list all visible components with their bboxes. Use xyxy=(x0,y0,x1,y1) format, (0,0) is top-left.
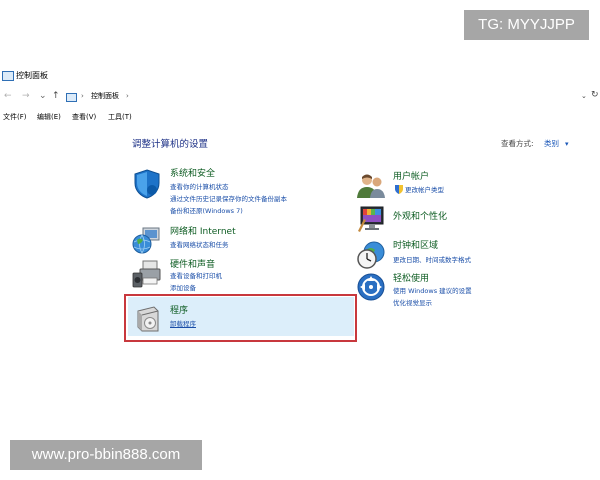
programs-box-icon[interactable] xyxy=(134,305,160,333)
forward-arrow-icon[interactable]: → xyxy=(22,90,30,102)
address-breadcrumb[interactable]: 控制面板 xyxy=(91,91,119,101)
link-file-history-backup[interactable]: 通过文件历史记录保存你的文件备份副本 xyxy=(170,195,287,204)
refresh-icon[interactable]: ↻ xyxy=(591,89,599,101)
menu-tools[interactable]: 工具(T) xyxy=(108,112,132,122)
watermark-top: TG: MYYJJPP xyxy=(464,10,589,40)
view-by-dropdown[interactable]: 类别 xyxy=(544,139,559,149)
link-change-account-type[interactable]: 更改帐户类型 xyxy=(405,186,444,195)
address-separator[interactable]: › xyxy=(81,91,84,101)
link-optimize-visual-display[interactable]: 优化视觉显示 xyxy=(393,299,432,308)
page-title: 调整计算机的设置 xyxy=(132,139,209,150)
appearance-monitor-icon[interactable] xyxy=(356,205,386,233)
printer-speaker-icon[interactable] xyxy=(131,259,163,289)
up-arrow-icon[interactable]: ↑ xyxy=(52,90,60,102)
category-user-accounts[interactable]: 用户帐户 xyxy=(393,171,429,183)
clock-globe-icon[interactable] xyxy=(356,240,386,270)
menu-file[interactable]: 文件(F) xyxy=(3,112,27,122)
link-network-status[interactable]: 查看网络状态和任务 xyxy=(170,241,229,250)
link-backup-restore[interactable]: 备份和还原(Windows 7) xyxy=(170,207,243,216)
user-accounts-icon[interactable] xyxy=(356,171,386,199)
recent-locations-icon[interactable]: ⌄ xyxy=(39,90,47,102)
shield-icon[interactable] xyxy=(131,168,163,200)
chevron-down-icon[interactable]: ▾ xyxy=(565,139,569,149)
view-by-label: 查看方式: xyxy=(501,139,534,148)
category-programs[interactable]: 程序 xyxy=(170,305,188,317)
address-control-panel-icon xyxy=(66,93,77,102)
category-ease-of-access[interactable]: 轻松使用 xyxy=(393,273,429,285)
control-panel-icon xyxy=(2,71,14,81)
category-network-internet[interactable]: 网络和 Internet xyxy=(170,226,236,238)
address-dropdown-icon[interactable]: ⌄ xyxy=(581,91,587,101)
category-system-security[interactable]: 系统和安全 xyxy=(170,168,215,180)
category-clock-region[interactable]: 时钟和区域 xyxy=(393,240,438,252)
uac-shield-icon xyxy=(395,185,403,194)
category-appearance-personalization[interactable]: 外观和个性化 xyxy=(393,211,447,223)
ease-of-access-icon[interactable] xyxy=(356,272,386,302)
back-arrow-icon[interactable]: ← xyxy=(4,90,12,102)
link-check-computer-status[interactable]: 查看你的计算机状态 xyxy=(170,183,229,192)
link-devices-printers[interactable]: 查看设备和打印机 xyxy=(170,272,222,281)
link-uninstall-program[interactable]: 卸载程序 xyxy=(170,320,196,329)
category-hardware-sound[interactable]: 硬件和声音 xyxy=(170,259,215,271)
window-title: 控制面板 xyxy=(16,71,48,80)
link-windows-suggested-settings[interactable]: 使用 Windows 建议的设置 xyxy=(393,287,472,296)
address-separator-end[interactable]: › xyxy=(126,91,129,101)
link-change-date-time-format[interactable]: 更改日期、时间或数字格式 xyxy=(393,256,471,265)
menu-edit[interactable]: 编辑(E) xyxy=(37,112,61,122)
link-add-device[interactable]: 添加设备 xyxy=(170,284,196,293)
menu-view[interactable]: 查看(V) xyxy=(72,112,96,122)
network-globe-icon[interactable] xyxy=(131,226,163,256)
watermark-bottom: www.pro-bbin888.com xyxy=(10,440,202,470)
